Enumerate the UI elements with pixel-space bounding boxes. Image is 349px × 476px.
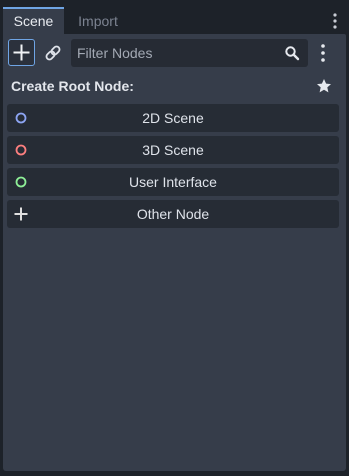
user-interface-button[interactable]: User Interface bbox=[7, 168, 339, 196]
plus-icon bbox=[13, 44, 30, 61]
instantiate-scene-button[interactable] bbox=[41, 40, 65, 66]
3d-scene-button[interactable]: 3D Scene bbox=[7, 136, 339, 164]
2d-scene-button[interactable]: 2D Scene bbox=[7, 104, 339, 132]
dock-tab-bar: Scene Import bbox=[0, 5, 349, 34]
node-option-label: 3D Scene bbox=[142, 142, 204, 158]
node-option-label: 2D Scene bbox=[142, 110, 204, 126]
scene-dock: Scene Import Filter Nodes Create Root No… bbox=[0, 0, 349, 476]
filter-nodes-field[interactable] bbox=[71, 39, 308, 67]
search-icon bbox=[285, 46, 300, 61]
tab-scene[interactable]: Scene bbox=[3, 7, 64, 34]
star-icon[interactable] bbox=[316, 78, 332, 94]
link-icon bbox=[45, 45, 61, 61]
add-child-node-button[interactable] bbox=[8, 39, 35, 66]
node-option-label: User Interface bbox=[129, 174, 217, 190]
vertical-ellipsis-icon[interactable] bbox=[317, 42, 329, 64]
other-node-button[interactable]: Other Node bbox=[7, 200, 339, 228]
scene-panel: Create Root Node: 2D Scene 3D Scene User… bbox=[3, 34, 346, 471]
node-option-label: Other Node bbox=[136, 206, 210, 222]
create-root-node-heading: Create Root Node: bbox=[11, 78, 134, 94]
filter-nodes-input[interactable] bbox=[77, 39, 277, 67]
tab-import[interactable]: Import bbox=[64, 7, 132, 34]
tab-menu-icon[interactable] bbox=[331, 13, 339, 29]
